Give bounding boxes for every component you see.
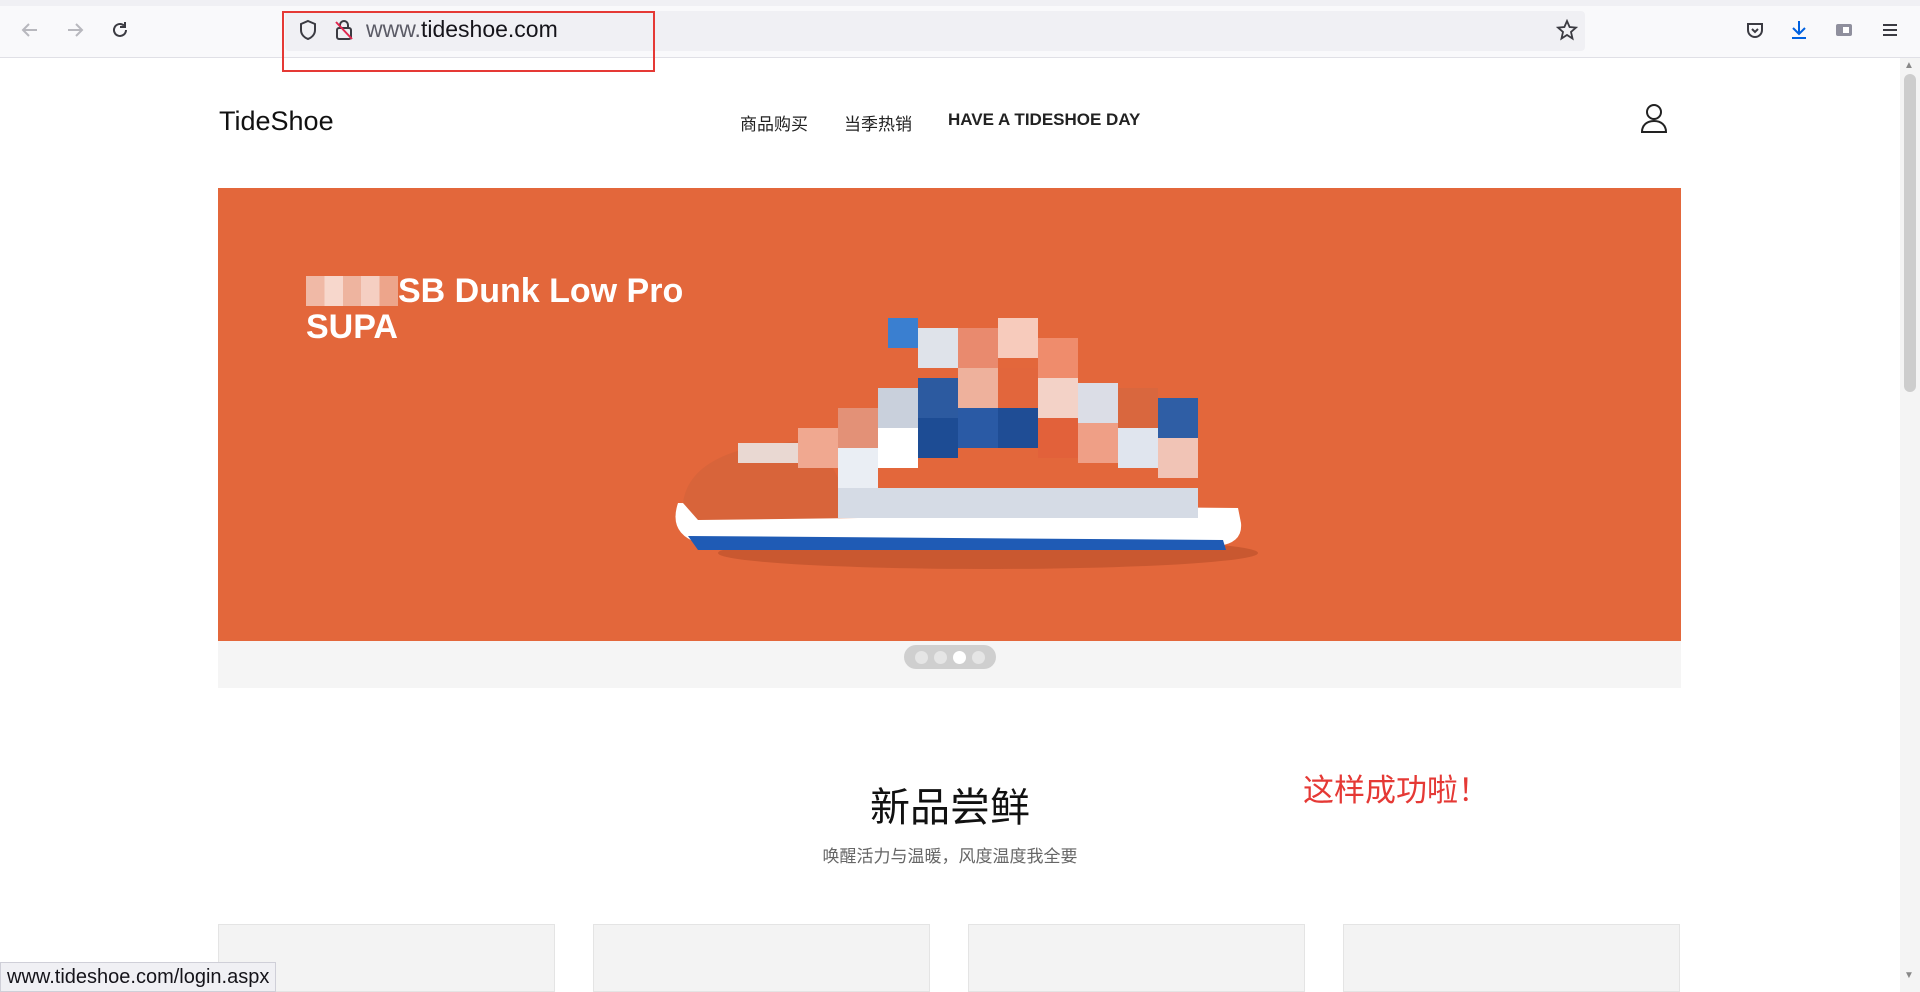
back-icon[interactable] — [16, 16, 44, 44]
user-account-icon[interactable] — [1640, 103, 1668, 133]
reload-icon[interactable] — [106, 16, 134, 44]
carousel-dot[interactable] — [915, 650, 928, 664]
url-highlight-box — [282, 11, 655, 72]
hero-title-line2: SUPA — [306, 308, 398, 346]
nav-item-tideshoe-day[interactable]: HAVE A TIDESHOE DAY — [948, 110, 1140, 135]
pixelated-brand-text — [306, 276, 398, 306]
product-card[interactable] — [593, 924, 930, 992]
extension-icon[interactable] — [1829, 16, 1859, 44]
main-nav: 商品购买 当季热销 HAVE A TIDESHOE DAY — [740, 110, 1140, 135]
pocket-icon[interactable] — [1740, 16, 1770, 44]
shoe-image — [675, 318, 1258, 569]
hero-title-line1: SB Dunk Low Pro — [398, 272, 684, 310]
tab-strip — [0, 0, 1920, 6]
section-title: 新品尝鲜 — [870, 786, 1030, 830]
scrollbar-thumb[interactable] — [1904, 74, 1916, 392]
carousel-dot-active[interactable] — [953, 650, 966, 664]
forward-icon[interactable] — [61, 16, 89, 44]
scroll-down-icon[interactable]: ▼ — [1904, 970, 1914, 981]
carousel-indicators — [904, 645, 996, 669]
menu-icon[interactable] — [1875, 16, 1905, 44]
bookmark-star-icon[interactable] — [1555, 18, 1579, 46]
product-card[interactable] — [968, 924, 1305, 992]
link-status-bar: www.tideshoe.com/login.aspx — [0, 962, 277, 992]
nav-item-hot[interactable]: 当季热销 — [844, 110, 912, 135]
site-logo[interactable]: TideShoe — [219, 106, 334, 137]
hero-banner[interactable]: SB Dunk Low Pro SUPA — [218, 188, 1681, 641]
carousel-dot[interactable] — [934, 650, 947, 664]
success-annotation: 这样成功啦！ — [1303, 773, 1489, 808]
download-icon[interactable] — [1784, 16, 1814, 44]
scroll-up-icon[interactable]: ▲ — [1904, 60, 1914, 71]
nav-item-shop[interactable]: 商品购买 — [740, 110, 808, 135]
carousel-dot[interactable] — [972, 650, 985, 664]
section-subtitle: 唤醒活力与温暖，风度温度我全要 — [822, 847, 1078, 866]
hero-title: SB Dunk Low Pro SUPA — [306, 273, 683, 345]
product-card[interactable] — [1343, 924, 1680, 992]
